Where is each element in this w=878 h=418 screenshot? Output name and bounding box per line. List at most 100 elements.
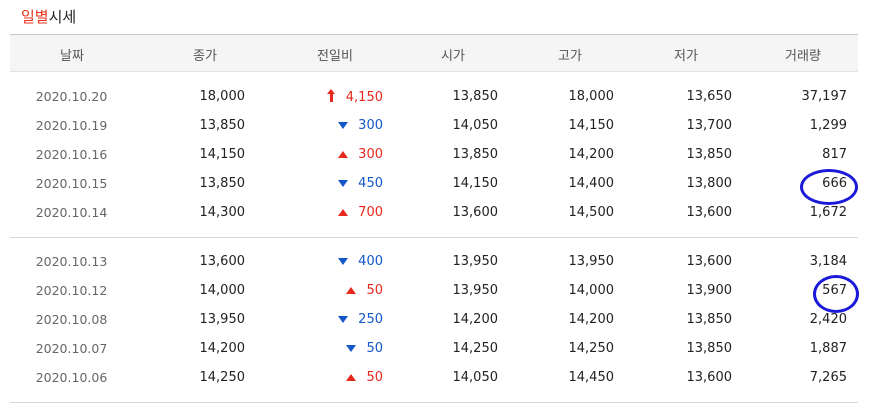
- header-close: 종가: [193, 49, 217, 64]
- row-volume: 2,420: [809, 312, 847, 327]
- up-triangle-icon: [338, 151, 349, 158]
- row-change-value: 50: [366, 283, 383, 298]
- row-high: 14,200: [568, 147, 615, 162]
- row-change-value: 250: [358, 312, 383, 327]
- down-triangle-icon: [338, 316, 349, 323]
- row-close: 14,000: [199, 283, 246, 298]
- row-change-value: 300: [358, 118, 383, 133]
- header-date: 날짜: [60, 49, 84, 64]
- table-row: 2020.10.19 13,850 300 14,050 14,150 13,700 1,2…: [10, 112, 858, 141]
- row-high: 13,950: [568, 254, 615, 269]
- row-change-value: 700: [358, 205, 383, 220]
- row-date: 2020.10.15: [35, 176, 108, 191]
- row-change: 450: [310, 176, 383, 191]
- down-triangle-icon: [338, 122, 349, 129]
- group-divider: [10, 237, 858, 238]
- row-close: 13,600: [199, 254, 246, 269]
- row-change-value: 450: [358, 176, 383, 191]
- row-high: 14,250: [568, 341, 615, 356]
- down-triangle-icon: [338, 258, 349, 265]
- row-volume: 1,672: [809, 205, 847, 220]
- row-close: 14,200: [199, 341, 246, 356]
- row-date: 2020.10.06: [35, 370, 108, 385]
- row-low: 13,850: [686, 312, 733, 327]
- up-triangle-icon: [346, 287, 357, 294]
- header-high: 고가: [558, 49, 582, 64]
- table-bottom-border: [10, 402, 858, 403]
- row-open: 14,250: [452, 341, 499, 356]
- table-row: 2020.10.12 14,000 50 13,950 14,000 13,900 567: [10, 277, 858, 306]
- section-title-accent: 일별: [21, 8, 49, 26]
- row-low: 13,850: [686, 341, 733, 356]
- row-close: 13,950: [199, 312, 246, 327]
- row-high: 14,000: [568, 283, 615, 298]
- row-date: 2020.10.08: [35, 312, 108, 327]
- row-low: 13,800: [686, 176, 733, 191]
- row-change: 50: [310, 341, 383, 356]
- row-date: 2020.10.16: [35, 147, 108, 162]
- row-change: 300: [310, 118, 383, 133]
- section-title-rest: 시세: [48, 8, 77, 26]
- row-close: 14,250: [199, 370, 246, 385]
- row-volume: 1,299: [809, 118, 847, 133]
- row-high: 14,150: [568, 118, 615, 133]
- row-date: 2020.10.13: [35, 254, 108, 269]
- row-change: 400: [310, 254, 383, 269]
- section-title: 일별시세: [21, 6, 76, 27]
- row-volume: 817: [822, 147, 847, 162]
- row-change: 250: [310, 312, 383, 327]
- row-high: 14,400: [568, 176, 615, 191]
- row-open: 13,950: [452, 254, 499, 269]
- row-open: 14,050: [452, 370, 499, 385]
- up-triangle-icon: [346, 374, 357, 381]
- row-date: 2020.10.12: [35, 283, 108, 298]
- row-date: 2020.10.19: [35, 118, 108, 133]
- up-triangle-icon: [338, 209, 349, 216]
- row-high: 14,450: [568, 370, 615, 385]
- header-open: 시가: [441, 49, 465, 64]
- table-row: 2020.10.13 13,600 400 13,950 13,950 13,600 3,1…: [10, 248, 858, 277]
- row-open: 14,200: [452, 312, 499, 327]
- row-open: 13,600: [452, 205, 499, 220]
- row-close: 13,850: [199, 118, 246, 133]
- table-row: 2020.10.20 18,000 4,150 13,850 18,000 13,650 3…: [10, 83, 858, 112]
- row-close: 14,150: [199, 147, 246, 162]
- row-change-value: 300: [358, 147, 383, 162]
- down-triangle-icon: [338, 180, 349, 187]
- row-high: 14,200: [568, 312, 615, 327]
- table-header: 날짜 종가 전일비 시가 고가 저가 거래량: [10, 35, 858, 72]
- row-volume: 37,197: [801, 89, 848, 104]
- table-row: 2020.10.06 14,250 50 14,050 14,450 13,600 7,26…: [10, 364, 858, 393]
- row-change: 700: [310, 205, 383, 220]
- row-change-value: 4,150: [345, 90, 383, 105]
- row-open: 14,050: [452, 118, 499, 133]
- row-change-value: 400: [358, 254, 383, 269]
- row-high: 18,000: [568, 89, 615, 104]
- row-volume: 1,887: [809, 341, 847, 356]
- table-row: 2020.10.15 13,850 450 14,150 14,400 13,800 666: [10, 170, 858, 199]
- row-change: 50: [310, 370, 383, 385]
- upper-limit-arrow-icon: [326, 89, 336, 102]
- row-date: 2020.10.20: [35, 89, 108, 104]
- row-volume: 7,265: [809, 370, 847, 385]
- row-low: 13,650: [686, 89, 733, 104]
- row-low: 13,900: [686, 283, 733, 298]
- row-close: 18,000: [199, 89, 246, 104]
- row-change-value: 50: [366, 341, 383, 356]
- row-low: 13,600: [686, 370, 733, 385]
- header-change: 전일비: [317, 49, 353, 64]
- highlight-circle-567: [813, 275, 859, 313]
- table-row: 2020.10.07 14,200 50 14,250 14,250 13,850 1,88…: [10, 335, 858, 364]
- row-date: 2020.10.14: [35, 205, 108, 220]
- row-close: 14,300: [199, 205, 246, 220]
- row-change-value: 50: [366, 370, 383, 385]
- header-low: 저가: [674, 49, 698, 64]
- row-change: 50: [310, 283, 383, 298]
- down-triangle-icon: [346, 345, 357, 352]
- row-close: 13,850: [199, 176, 246, 191]
- row-open: 14,150: [452, 176, 499, 191]
- table-row: 2020.10.14 14,300 700 13,600 14,500 13,600 1,6…: [10, 199, 858, 228]
- row-change: 4,150: [310, 89, 383, 105]
- table-row: 2020.10.08 13,950 250 14,200 14,200 13,850 2,4…: [10, 306, 858, 335]
- row-open: 13,950: [452, 283, 499, 298]
